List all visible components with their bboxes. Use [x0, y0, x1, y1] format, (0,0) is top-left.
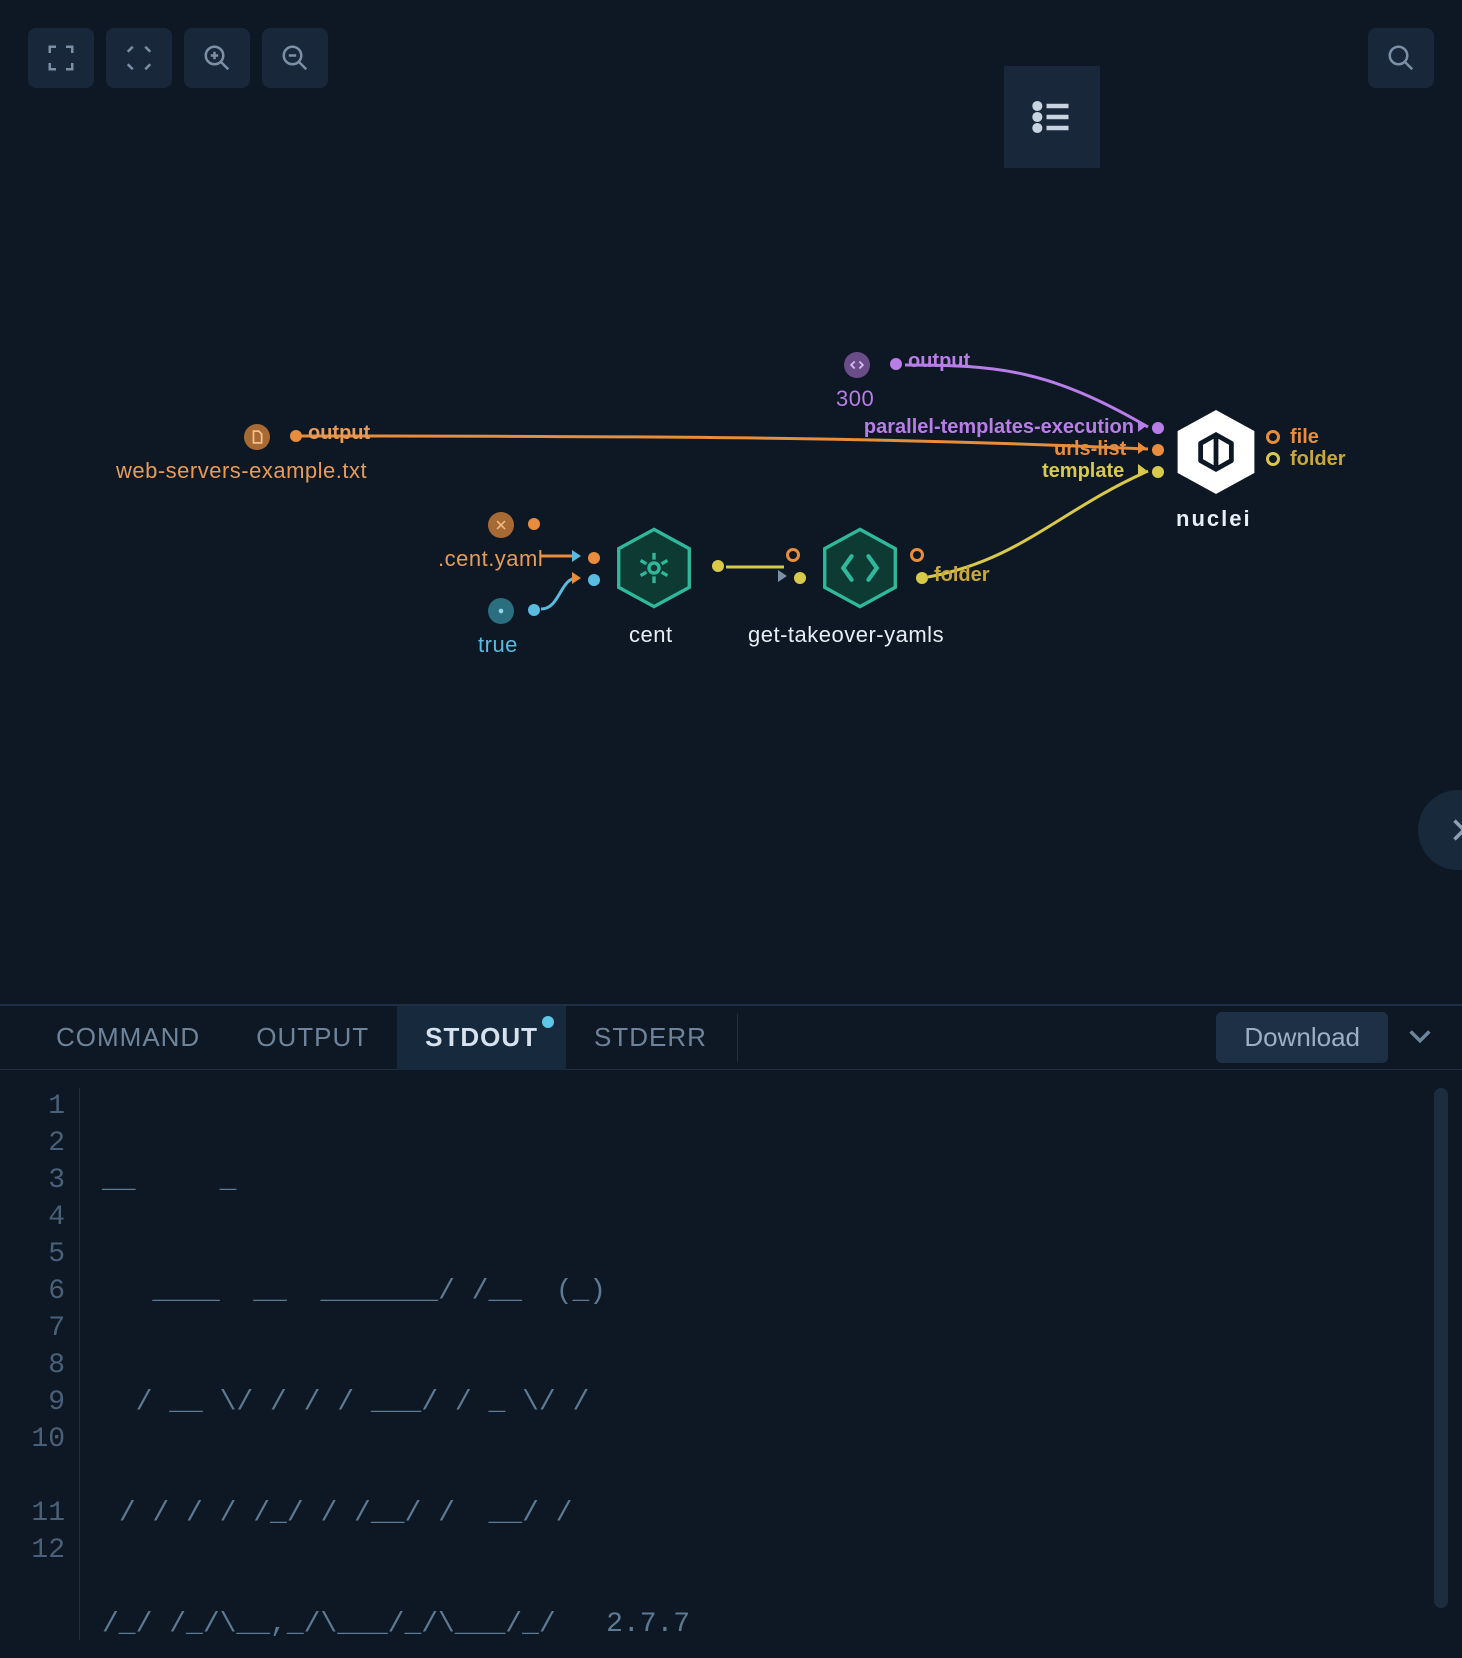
in-tri [1138, 464, 1146, 476]
node-cent-label: cent [629, 622, 673, 648]
x-icon [495, 519, 507, 531]
port-dot[interactable] [588, 574, 600, 586]
node-nuclei-label: nuclei [1176, 506, 1252, 532]
port-ring[interactable] [786, 548, 800, 562]
tab-output[interactable]: OUTPUT [228, 1006, 397, 1070]
port-file: file [1290, 426, 1319, 449]
node-300-label: 300 [836, 386, 874, 412]
node-cent[interactable] [612, 526, 696, 610]
port-ring[interactable] [910, 548, 924, 562]
tab-stderr[interactable]: STDERR [566, 1006, 735, 1070]
node-centyaml-badge[interactable] [488, 512, 514, 538]
tab-stdout[interactable]: STDOUT [397, 1006, 566, 1070]
tab-command[interactable]: COMMAND [28, 1006, 228, 1070]
port-dot[interactable] [1152, 422, 1164, 434]
chevron-right-icon [1444, 816, 1462, 844]
port-dot[interactable] [712, 560, 724, 572]
line: / __ \/ / / / ___/ / _ \/ / [102, 1384, 1444, 1421]
node-300-badge[interactable] [844, 352, 870, 378]
port-pte: parallel-templates-execution [842, 416, 1134, 439]
port-folder: folder [1290, 448, 1346, 471]
port-output-300: output [908, 350, 970, 373]
port-dot[interactable] [588, 552, 600, 564]
node-get-takeover-label: get-takeover-yamls [748, 622, 944, 648]
in-tri [572, 572, 581, 584]
port-dot[interactable] [916, 572, 928, 584]
port-dot[interactable] [794, 572, 806, 584]
port-dot[interactable] [890, 358, 902, 370]
node-centyaml-label: .cent.yaml [438, 546, 543, 572]
port-template: template [1042, 460, 1124, 483]
line-gutter: 1 2 3 4 5 6 7 8 9 10 11 12 [8, 1088, 80, 1640]
port-dot[interactable] [1152, 466, 1164, 478]
node-nuclei[interactable] [1168, 404, 1264, 500]
port-dot[interactable] [1152, 444, 1164, 456]
code-icon [850, 358, 864, 372]
line: __ _ [102, 1162, 1444, 1199]
port-output-webservers: output [308, 422, 370, 445]
file-icon [250, 430, 264, 444]
port-dot[interactable] [528, 604, 540, 616]
node-webservers-label: web-servers-example.txt [116, 458, 367, 484]
scrollbar-vertical[interactable] [1434, 1088, 1448, 1608]
collapse-console-button[interactable] [1406, 1021, 1434, 1054]
terminal-output[interactable]: 1 2 3 4 5 6 7 8 9 10 11 12 __ _ ____ __ … [0, 1070, 1462, 1658]
edges-layer [0, 0, 1462, 1004]
port-ring[interactable] [1266, 452, 1280, 466]
terminal-code: __ _ ____ __ _______/ /__ (_) / __ \/ / … [80, 1088, 1444, 1640]
port-ring[interactable] [1266, 430, 1280, 444]
line: ____ __ _______/ /__ (_) [102, 1273, 1444, 1310]
line: / / / / /_/ / /__/ / __/ / [102, 1495, 1444, 1532]
in-tri [1138, 420, 1146, 432]
chevron-down-icon [1406, 1021, 1434, 1049]
node-get-takeover[interactable] [818, 526, 902, 610]
port-dot[interactable] [528, 518, 540, 530]
activity-dot-icon [542, 1016, 554, 1028]
download-button[interactable]: Download [1216, 1012, 1388, 1063]
tab-divider [737, 1014, 738, 1062]
port-dot[interactable] [290, 430, 302, 442]
tab-stdout-label: STDOUT [425, 1022, 538, 1053]
in-tri [1138, 442, 1146, 454]
node-true-badge[interactable] [488, 598, 514, 624]
workflow-canvas[interactable]: output 300 output web-servers-example.tx… [0, 0, 1462, 1004]
line: /_/ /_/\__,_/\___/_/\___/_/ 2.7.7 [102, 1606, 1444, 1643]
in-tri [572, 550, 581, 562]
port-folder-gt: folder [934, 564, 990, 587]
port-urls: urls-list [1054, 438, 1126, 461]
console-tabs: COMMAND OUTPUT STDOUT STDERR Download [0, 1006, 1462, 1070]
bool-icon [494, 604, 508, 618]
node-true-label: true [478, 632, 518, 658]
node-webservers-badge[interactable] [244, 424, 270, 450]
console-panel: COMMAND OUTPUT STDOUT STDERR Download 1 … [0, 1004, 1462, 1656]
in-tri [778, 570, 787, 582]
